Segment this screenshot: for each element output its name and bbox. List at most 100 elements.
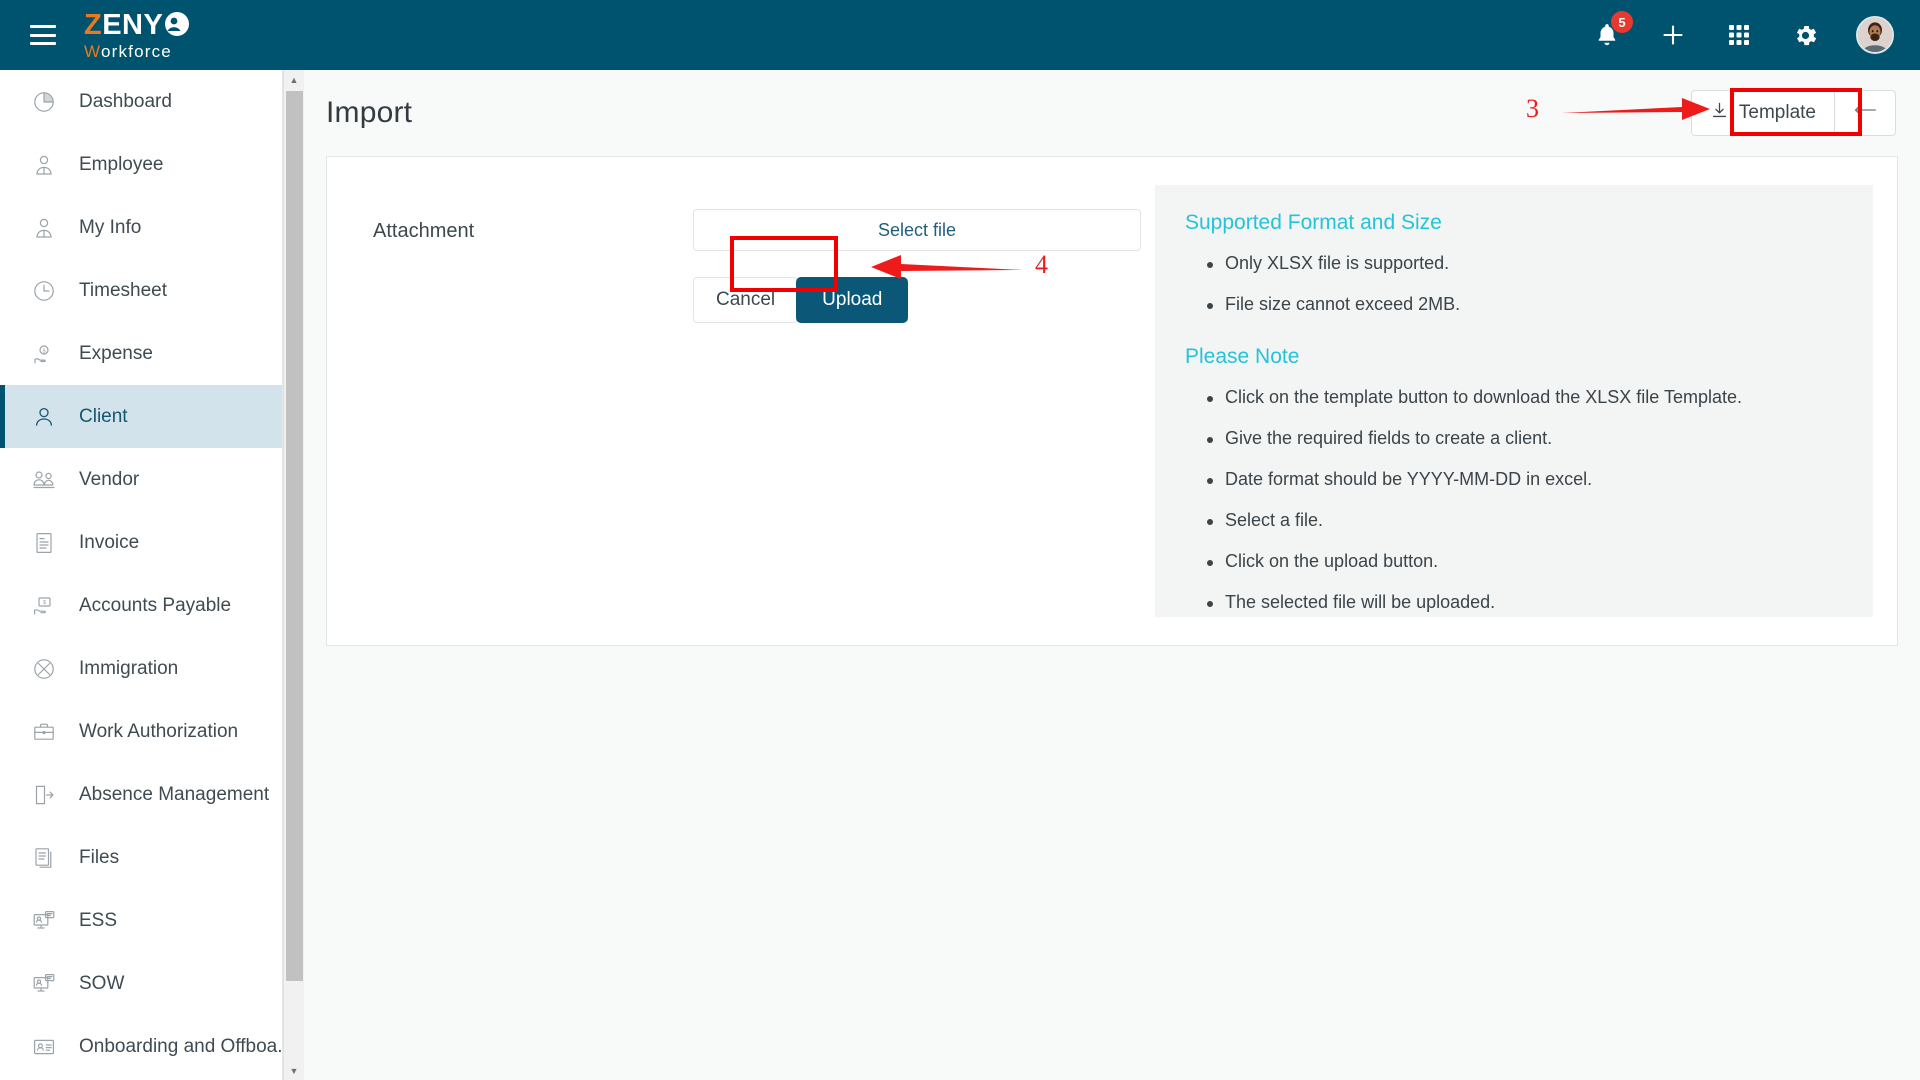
sidebar-item-sow[interactable]: SOW <box>0 952 282 1015</box>
brand-logo-eny: ENY <box>102 9 164 41</box>
sidebar-item-files[interactable]: Files <box>0 826 282 889</box>
sidebar-item-invoice[interactable]: Invoice <box>0 511 282 574</box>
sidebar-item-label: Employee <box>79 153 164 175</box>
attachment-label: Attachment <box>373 220 475 242</box>
upload-button-label: Upload <box>822 289 883 310</box>
topbar-actions: 5 <box>1592 11 1894 54</box>
list-item: Select a file. <box>1185 510 1843 531</box>
sidebar-item-label: Files <box>79 846 120 868</box>
select-file-input[interactable]: Select file <box>693 209 1141 251</box>
gear-icon[interactable] <box>1790 20 1820 50</box>
list-item: File size cannot exceed 2MB. <box>1185 294 1843 315</box>
sow-monitor-icon <box>31 971 57 997</box>
sidebar-item-label: My Info <box>79 216 142 238</box>
header-button-group: Template <box>1690 90 1896 136</box>
sidebar-item-label: Work Authorization <box>79 720 239 742</box>
attachment-row: Attachment Select file Cancel Upload <box>373 209 1141 323</box>
upload-button[interactable]: Upload <box>796 277 909 323</box>
my-info-icon <box>31 215 57 241</box>
annotation-step-4: 4 <box>1035 250 1048 279</box>
person-icon <box>31 404 57 430</box>
sidebar-navigation: Dashboard Employee My Info Timesheet $ E… <box>0 70 283 1080</box>
briefcase-icon <box>31 719 57 745</box>
invoice-receipt-icon <box>31 530 57 556</box>
avatar[interactable] <box>1856 16 1894 54</box>
sidebar-item-accounts-payable[interactable]: $ Accounts Payable <box>0 574 282 637</box>
sidebar-item-employee[interactable]: Employee <box>0 133 282 196</box>
hamburger-menu-icon[interactable] <box>30 25 56 45</box>
sidebar-item-expense[interactable]: $ Expense <box>0 322 282 385</box>
plus-icon[interactable] <box>1658 20 1688 50</box>
template-button-label: Template <box>1738 102 1816 123</box>
info-panel: Supported Format and Size Only XLSX file… <box>1155 185 1873 617</box>
sidebar-item-label: Vendor <box>79 468 140 490</box>
list-item: Date format should be YYYY-MM-DD in exce… <box>1185 469 1843 490</box>
sidebar-item-label: Immigration <box>79 657 179 679</box>
sidebar-item-ess[interactable]: ESS <box>0 889 282 952</box>
import-card: Attachment Select file Cancel Upload Sup… <box>326 156 1898 646</box>
sidebar-item-label: Onboarding and Offboa... <box>79 1035 283 1057</box>
sidebar-scrollbar[interactable]: ▲ ▼ <box>283 70 304 1080</box>
sidebar-item-client[interactable]: Client <box>0 385 282 448</box>
immigration-globe-icon <box>31 656 57 682</box>
please-note-list: Click on the template button to download… <box>1185 387 1843 613</box>
sidebar-item-immigration[interactable]: Immigration <box>0 637 282 700</box>
cancel-button-label: Cancel <box>716 289 776 310</box>
cancel-button[interactable]: Cancel <box>693 277 799 323</box>
list-item: Click on the upload button. <box>1185 551 1843 572</box>
list-item: Click on the template button to download… <box>1185 387 1843 408</box>
scroll-down-arrow-icon[interactable]: ▼ <box>284 1061 304 1080</box>
template-button[interactable]: Template <box>1690 90 1835 136</box>
back-button[interactable] <box>1835 90 1896 136</box>
door-exit-icon <box>31 782 57 808</box>
scroll-up-arrow-icon[interactable]: ▲ <box>284 70 304 89</box>
svg-text:$: $ <box>43 599 46 605</box>
page-header: Import Template <box>304 70 1920 156</box>
list-item: The selected file will be uploaded. <box>1185 592 1843 613</box>
page-header-actions: Template <box>1690 90 1896 136</box>
sidebar-item-onboarding-offboarding[interactable]: Onboarding and Offboa... <box>0 1015 282 1078</box>
top-navigation-bar: Z ENY Workforce 5 <box>0 0 1920 70</box>
sidebar-item-my-info[interactable]: My Info <box>0 196 282 259</box>
select-file-label: Select file <box>877 219 957 240</box>
list-item: Only XLSX file is supported. <box>1185 253 1843 274</box>
download-icon <box>1710 101 1729 126</box>
employee-icon <box>31 152 57 178</box>
sidebar-item-label: SOW <box>79 972 125 994</box>
sidebar-item-label: Expense <box>79 342 153 364</box>
sidebar-item-dashboard[interactable]: Dashboard <box>0 70 282 133</box>
list-item: Give the required fields to create a cli… <box>1185 428 1843 449</box>
arrow-left-icon <box>1853 100 1877 126</box>
pie-chart-icon <box>31 89 57 115</box>
bell-icon[interactable]: 5 <box>1592 11 1633 50</box>
annotation-step-3: 3 <box>1526 94 1539 123</box>
scrollbar-thumb[interactable] <box>286 91 303 981</box>
sidebar-item-work-authorization[interactable]: Work Authorization <box>0 700 282 763</box>
sidebar-item-label: Timesheet <box>79 279 167 301</box>
sidebar-item-timesheet[interactable]: Timesheet <box>0 259 282 322</box>
ess-monitor-icon <box>31 908 57 934</box>
import-form: Attachment Select file Cancel Upload <box>351 185 1141 617</box>
main-content-area: Import Template Attachment Select file C… <box>304 70 1920 1080</box>
clock-icon <box>31 278 57 304</box>
apps-grid-icon[interactable] <box>1724 20 1754 50</box>
sidebar-item-absence-management[interactable]: Absence Management <box>0 763 282 826</box>
page-title: Import <box>326 96 413 129</box>
brand-logo-z: Z <box>84 9 103 41</box>
sidebar-item-label: Accounts Payable <box>79 594 232 616</box>
form-actions: Cancel Upload <box>693 277 1141 323</box>
accounts-payable-icon: $ <box>31 593 57 619</box>
sidebar-item-label: Absence Management <box>79 783 270 805</box>
sidebar-item-label: Invoice <box>79 531 140 553</box>
brand-logo[interactable]: Z ENY Workforce <box>84 11 190 60</box>
brand-logo-orkforce: orkforce <box>100 41 172 61</box>
supported-format-list: Only XLSX file is supported. File size c… <box>1185 253 1843 315</box>
id-card-icon <box>31 1034 57 1060</box>
sidebar-item-vendor[interactable]: Vendor <box>0 448 282 511</box>
sidebar-item-label: Client <box>79 405 128 427</box>
files-icon <box>31 845 57 871</box>
sidebar-item-label: Dashboard <box>79 90 172 112</box>
vendor-people-icon <box>31 467 57 493</box>
notification-badge: 5 <box>1611 11 1633 33</box>
brand-logo-w: W <box>84 41 101 61</box>
